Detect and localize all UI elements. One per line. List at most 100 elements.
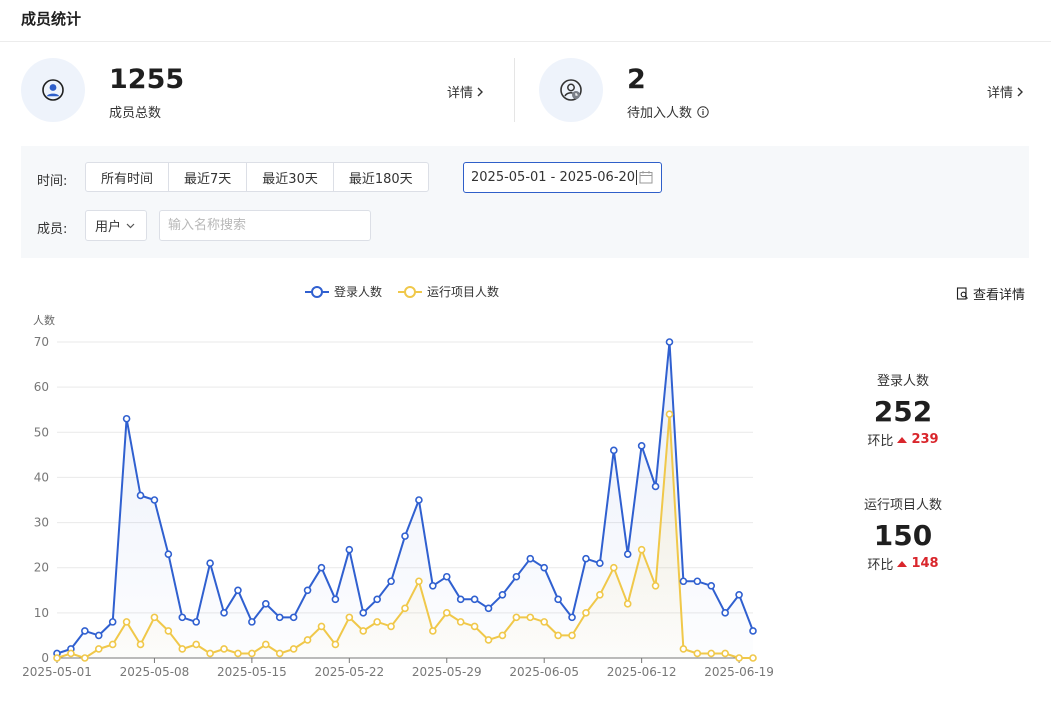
x-tick-label: 2025-06-12 xyxy=(607,665,677,679)
data-point xyxy=(178,645,187,653)
y-tick-label: 60 xyxy=(34,380,49,394)
run-summary-label: 运行项目人数 xyxy=(863,498,942,513)
calendar-icon xyxy=(639,171,653,184)
data-point xyxy=(122,414,131,423)
data-point xyxy=(512,572,521,581)
total-members-count: 1255 xyxy=(109,64,185,95)
data-point xyxy=(331,640,340,649)
data-point xyxy=(582,609,590,617)
data-point xyxy=(234,649,242,658)
data-point xyxy=(651,581,660,590)
y-tick-label: 30 xyxy=(34,516,49,530)
search-document-icon xyxy=(956,287,968,300)
data-point xyxy=(498,590,507,599)
data-point xyxy=(220,645,228,653)
time-option-7d[interactable]: 最近7天 xyxy=(169,163,248,191)
data-point xyxy=(456,595,465,604)
total-members-detail-link[interactable]: 详情 xyxy=(447,82,484,101)
data-point xyxy=(359,627,368,635)
data-point xyxy=(651,482,660,491)
data-point xyxy=(721,649,729,658)
info-icon[interactable] xyxy=(697,105,709,118)
x-tick-label: 2025-06-19 xyxy=(704,665,774,679)
data-point xyxy=(150,496,159,504)
y-tick-label: 70 xyxy=(34,335,49,349)
data-point xyxy=(192,618,200,626)
time-option-all[interactable]: 所有时间 xyxy=(86,163,170,191)
data-point xyxy=(470,595,479,604)
pending-members-count: 2 xyxy=(627,64,646,95)
data-point xyxy=(67,649,75,658)
data-point xyxy=(721,609,729,617)
legend-label: 运行项目人数 xyxy=(427,284,499,299)
filter-panel: 时间: 所有时间 最近7天 最近30天 最近180天 2025-05-01 - … xyxy=(21,146,1029,258)
x-tick-label: 2025-05-15 xyxy=(217,665,287,679)
view-detail-link[interactable]: 查看详情 xyxy=(956,284,1025,303)
user-clock-icon xyxy=(560,79,582,101)
time-option-180d[interactable]: 最近180天 xyxy=(334,163,428,191)
data-point xyxy=(596,590,604,599)
time-range-buttons: 所有时间 最近7天 最近30天 最近180天 xyxy=(85,162,429,192)
data-point xyxy=(94,631,103,640)
x-tick-label: 2025-05-08 xyxy=(120,665,190,679)
run-summary: 运行项目人数 150 环比 148 xyxy=(823,494,983,573)
data-point xyxy=(498,631,507,640)
legend-label: 登录人数 xyxy=(334,284,382,299)
data-point xyxy=(206,649,214,658)
data-point xyxy=(108,618,117,626)
y-tick-label: 50 xyxy=(34,425,49,439)
data-point xyxy=(470,622,479,631)
data-point xyxy=(192,640,200,649)
detail-link-text: 详情 xyxy=(447,86,474,101)
data-point xyxy=(429,627,437,635)
data-point xyxy=(248,618,256,626)
data-point xyxy=(234,586,242,595)
data-point xyxy=(693,577,702,586)
member-type-value: 用户 xyxy=(95,220,122,235)
data-point xyxy=(401,532,409,540)
data-point xyxy=(442,609,451,617)
data-point xyxy=(415,496,423,504)
data-point xyxy=(122,618,131,626)
pending-members-label-text: 待加入人数 xyxy=(627,106,693,121)
pending-icon xyxy=(539,58,603,122)
data-point xyxy=(317,622,326,631)
data-point xyxy=(512,613,521,622)
run-summary-value: 150 xyxy=(873,519,933,552)
pending-members-detail-link[interactable]: 详情 xyxy=(987,82,1024,101)
data-point xyxy=(261,640,270,649)
up-arrow-icon xyxy=(897,560,908,567)
data-point xyxy=(693,649,702,658)
chevron-right-icon xyxy=(1017,87,1024,96)
y-tick-label: 20 xyxy=(34,561,49,575)
date-range-picker[interactable]: 2025-05-01 - 2025-06-20 xyxy=(463,162,662,193)
time-filter-label: 时间: xyxy=(37,174,68,189)
data-point xyxy=(53,654,61,662)
time-option-30d[interactable]: 最近30天 xyxy=(247,163,334,191)
change-label: 环比 xyxy=(867,558,894,573)
member-trend-chart: 人数 0 10 20 30 40 50 60 70 2025-05-01 2025-05-08 202… xyxy=(22,284,774,679)
y-axis-label: 人数 xyxy=(33,314,55,327)
data-point xyxy=(289,613,298,622)
data-point xyxy=(303,636,312,644)
member-search-input[interactable] xyxy=(159,210,371,241)
data-point xyxy=(637,545,646,554)
data-point xyxy=(637,442,646,450)
data-point xyxy=(373,595,381,604)
change-label: 环比 xyxy=(867,434,894,449)
up-arrow-icon xyxy=(897,436,908,443)
data-point xyxy=(568,613,576,622)
data-point xyxy=(526,554,535,563)
total-members-label: 成员总数 xyxy=(109,102,161,121)
x-tick-label: 2025-05-01 xyxy=(22,665,92,679)
data-point xyxy=(749,654,757,662)
user-circle-icon xyxy=(42,79,64,101)
data-point xyxy=(275,613,284,622)
member-type-select[interactable]: 用户 xyxy=(85,210,147,241)
data-point xyxy=(303,586,312,595)
data-point xyxy=(248,649,256,658)
y-tick-label: 10 xyxy=(34,606,49,620)
data-point xyxy=(540,618,549,626)
x-tick-label: 2025-05-29 xyxy=(412,665,482,679)
login-summary-label: 登录人数 xyxy=(876,374,929,389)
